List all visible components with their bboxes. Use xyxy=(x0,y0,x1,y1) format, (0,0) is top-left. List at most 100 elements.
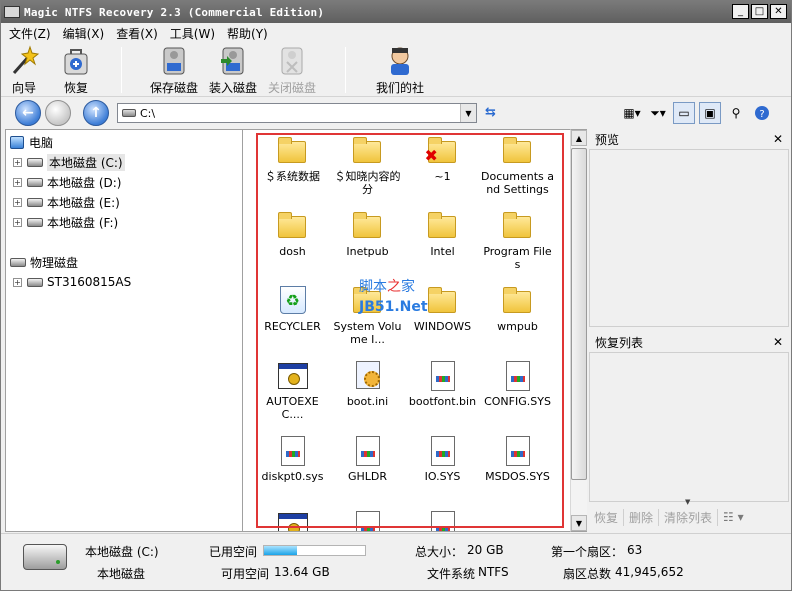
file-item[interactable]: dosh xyxy=(255,207,330,282)
tree-physical[interactable]: 物理磁盘 xyxy=(6,252,242,272)
menu-help[interactable]: 帮助(Y) xyxy=(223,25,276,42)
folder-icon xyxy=(352,136,383,166)
file-item[interactable] xyxy=(255,507,330,531)
file-item[interactable]: wmpub xyxy=(480,282,555,357)
menu-file[interactable]: 文件(Z) xyxy=(5,25,59,42)
save-disk-button[interactable]: 保存磁盘 xyxy=(143,45,205,96)
mount-disk-icon xyxy=(221,47,244,75)
menu-view[interactable]: 查看(X) xyxy=(112,25,166,42)
menu-edit[interactable]: 编辑(X) xyxy=(59,25,113,42)
menu-bar: 文件(Z) 编辑(X) 查看(X) 工具(W) 帮助(Y) xyxy=(1,23,791,43)
close-button[interactable]: ✕ xyxy=(770,4,787,19)
path-input[interactable] xyxy=(140,106,460,120)
filter-icon[interactable]: ⏷▾ xyxy=(647,102,669,124)
file-item[interactable]: IO.SYS xyxy=(405,432,480,507)
clear-list-button[interactable]: 清除列表 xyxy=(659,508,719,526)
maximize-button[interactable]: □ xyxy=(751,4,768,19)
save-disk-label: 保存磁盘 xyxy=(149,81,198,95)
close-icon[interactable]: ✕ xyxy=(773,132,783,146)
file-item[interactable] xyxy=(330,507,405,531)
history-button[interactable] xyxy=(45,100,71,126)
document-icon xyxy=(503,436,533,466)
file-view: ＄系统数据 ＄知晓内容的分 ✖ ~1 Documents and Settings dos… xyxy=(243,129,586,532)
recover-list-button[interactable]: 恢复 xyxy=(589,508,625,526)
file-item[interactable]: ✖ ~1 xyxy=(405,132,480,207)
tree-computer[interactable]: 电脑 xyxy=(6,132,242,152)
file-name: WINDOWS xyxy=(413,320,472,333)
file-item[interactable]: bootfont.bin xyxy=(405,357,480,432)
file-scrollbar[interactable]: ▲ ▼ xyxy=(570,129,587,532)
system-file-icon xyxy=(277,361,308,391)
file-item[interactable]: GHLDR xyxy=(330,432,405,507)
expand-icon[interactable]: + xyxy=(13,177,22,187)
expand-icon[interactable]: + xyxy=(13,217,22,227)
file-name: System Volume I... xyxy=(333,320,402,346)
file-item[interactable]: MSDOS.SYS xyxy=(480,432,555,507)
mount-disk-label: 装入磁盘 xyxy=(208,81,257,95)
toolbar-separator xyxy=(345,47,346,93)
expand-icon[interactable]: + xyxy=(13,197,22,207)
file-item[interactable]: CONFIG.SYS xyxy=(480,357,555,432)
file-name: MSDOS.SYS xyxy=(485,470,550,483)
file-name: Inetpub xyxy=(346,245,389,258)
tree-computer-label: 电脑 xyxy=(29,135,54,150)
back-button[interactable]: ← xyxy=(15,100,41,126)
file-name: ＄知晓内容的分 xyxy=(334,170,401,196)
close-disk-button[interactable]: 关闭磁盘 xyxy=(261,45,323,96)
wizard-label: 向导 xyxy=(11,81,36,95)
drive-icon xyxy=(27,177,43,187)
folder-icon xyxy=(502,136,533,166)
file-item[interactable] xyxy=(405,507,480,531)
menu-tools[interactable]: 工具(W) xyxy=(166,25,223,42)
file-item[interactable]: ♻ RECYCLER xyxy=(255,282,330,357)
scroll-thumb[interactable] xyxy=(571,148,587,480)
file-item[interactable]: AUTOEXEC.... xyxy=(255,357,330,432)
tree-drive-e[interactable]: + 本地磁盘 (E:) xyxy=(6,192,242,212)
mount-disk-button[interactable]: 装入磁盘 xyxy=(202,45,264,96)
tree-drive-d[interactable]: + 本地磁盘 (D:) xyxy=(6,172,242,192)
expand-icon[interactable]: + xyxy=(13,157,22,167)
app-window: Magic NTFS Recovery 2.3 (Commercial Edit… xyxy=(0,0,792,591)
file-item[interactable]: diskpt0.sys xyxy=(255,432,330,507)
recovery-list-title: 恢复列表 xyxy=(595,335,644,350)
refresh-icon[interactable]: ⇆ xyxy=(485,105,501,121)
close-icon[interactable]: ✕ xyxy=(773,335,783,349)
drive-large-icon xyxy=(23,544,67,570)
tree-drive-f[interactable]: + 本地磁盘 (F:) xyxy=(6,212,242,232)
file-item[interactable]: boot.ini xyxy=(330,357,405,432)
file-item[interactable]: Inetpub xyxy=(330,207,405,282)
search-icon[interactable]: ⚲ xyxy=(725,102,747,124)
file-item[interactable]: ＄系统数据 xyxy=(255,132,330,207)
title-bar: Magic NTFS Recovery 2.3 (Commercial Edit… xyxy=(1,1,791,23)
our-company-button[interactable]: 我们的社 xyxy=(369,45,431,96)
scroll-down-button[interactable]: ▼ xyxy=(571,515,587,531)
view-mode-icon[interactable]: ▦▾ xyxy=(621,102,643,124)
list-options-icon[interactable]: ☷ ▾ xyxy=(718,510,749,524)
preview-pane-icon[interactable]: ▭ xyxy=(673,102,695,124)
tree-drive-c[interactable]: + 本地磁盘 (C:) xyxy=(6,152,242,172)
file-item[interactable]: WINDOWS xyxy=(405,282,480,357)
up-button[interactable]: ↑ xyxy=(83,100,109,126)
save-view-icon[interactable]: ▣ xyxy=(699,102,721,124)
file-name: IO.SYS xyxy=(424,470,461,483)
file-item[interactable]: Program Files xyxy=(480,207,555,282)
file-item[interactable]: ＄知晓内容的分 xyxy=(330,132,405,207)
path-dropdown-button[interactable]: ▼ xyxy=(460,104,476,122)
file-name: ~1 xyxy=(434,170,451,183)
help-circle-icon: ? xyxy=(755,106,769,120)
expand-icon[interactable]: + xyxy=(13,277,22,287)
filesystem-value: NTFS xyxy=(478,565,509,579)
file-item[interactable]: Intel xyxy=(405,207,480,282)
delete-list-button[interactable]: 删除 xyxy=(624,508,660,526)
help-icon[interactable]: ? xyxy=(751,102,773,124)
arrow-up-icon: ↑ xyxy=(90,105,102,121)
file-item[interactable]: System Volume I... xyxy=(330,282,405,357)
recover-button[interactable]: 恢复 xyxy=(45,45,107,96)
status-drive-name: 本地磁盘 (C:) xyxy=(85,545,159,559)
file-item[interactable]: Documents and Settings xyxy=(480,132,555,207)
preview-panel-header: 预览 ✕ xyxy=(589,129,789,149)
minimize-button[interactable]: _ xyxy=(732,4,749,19)
tree-physical-disk[interactable]: + ST3160815AS xyxy=(6,272,242,292)
scroll-up-button[interactable]: ▲ xyxy=(571,130,587,146)
